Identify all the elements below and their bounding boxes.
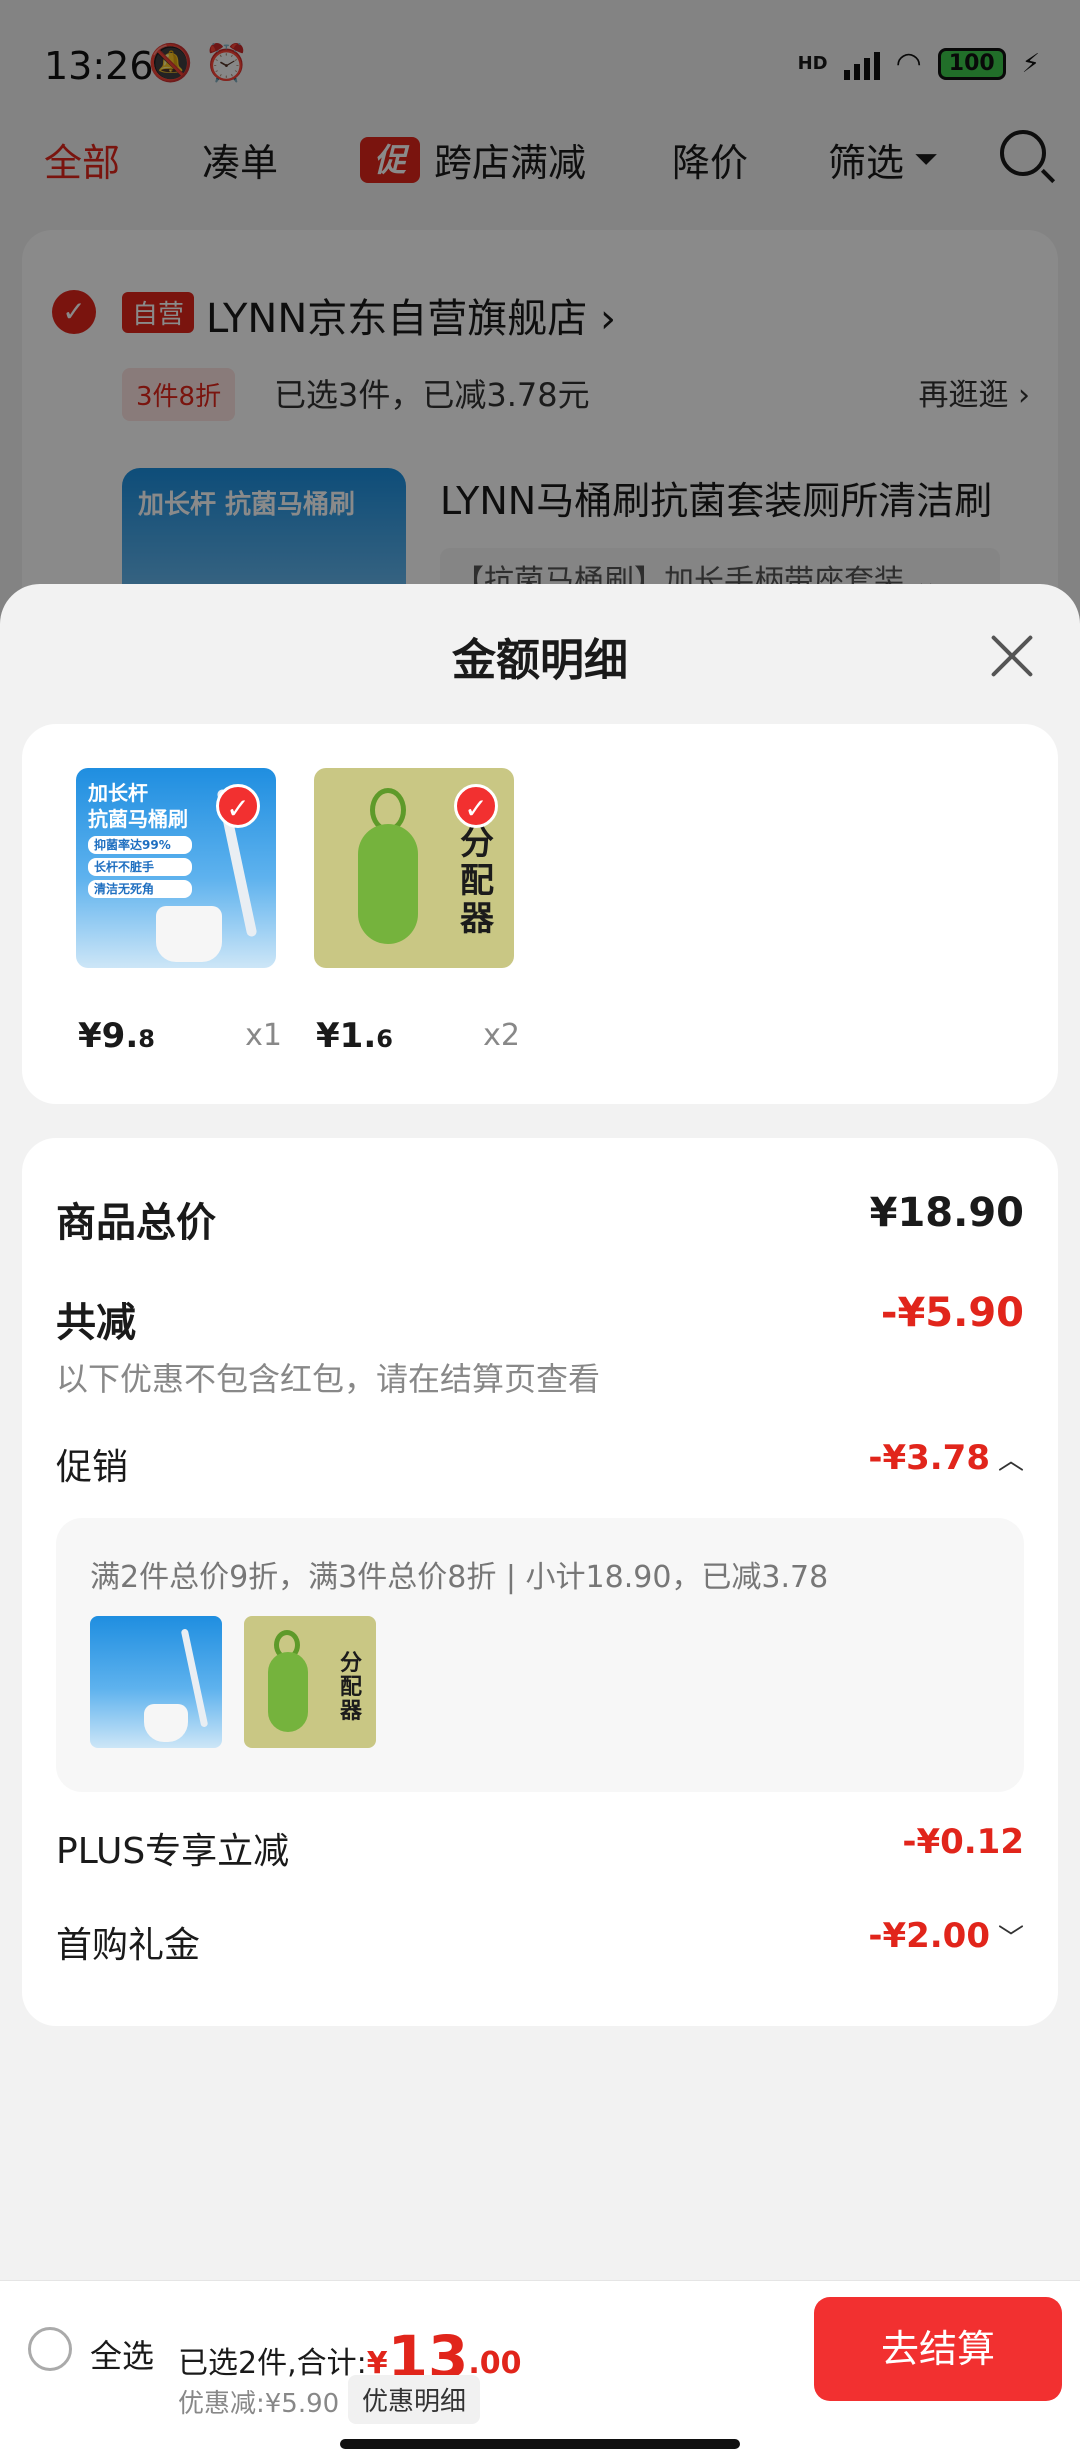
bag-dispenser-image: 🐾 分配器 ✓	[314, 768, 514, 968]
brush-holder-shape	[144, 1704, 188, 1742]
promo-description: 满2件总价9折，满3件总价8折 | 小计18.90，已减3.78	[90, 1560, 829, 1595]
promo-value: -¥3.78 ︿	[868, 1438, 1024, 1478]
reduce-note: 以下优惠不包含红包，请在结算页查看	[56, 1360, 601, 1398]
item-quantity: x1	[245, 1018, 282, 1053]
promo-item-thumb-dispenser: 分配器	[244, 1616, 376, 1748]
first-gift-value: -¥2.00 ﹀	[868, 1916, 1024, 1956]
brush-image-text: 加长杆 抗菌马桶刷 抑菌率达99% 长杆不脏手 清洁无死角	[88, 780, 192, 898]
promo-item-thumb-brush	[90, 1616, 222, 1748]
sheet-title: 金额明细	[452, 635, 628, 686]
checkout-button[interactable]: 去结算	[814, 2297, 1062, 2401]
dim-overlay[interactable]	[0, 0, 1080, 640]
toilet-brush-image: 加长杆 抗菌马桶刷 抑菌率达99% 长杆不脏手 清洁无死角 ✓	[76, 768, 276, 968]
chevron-up-icon: ︿	[997, 1446, 1024, 1476]
home-indicator[interactable]	[340, 2439, 740, 2449]
dispenser-body-shape	[358, 824, 418, 944]
dispenser-image-text: 分配器	[340, 1651, 363, 1724]
selected-check-icon: ✓	[216, 784, 260, 828]
discount-amount: 优惠减:¥5.90	[178, 2389, 340, 2419]
discount-detail-button[interactable]: 优惠明细	[348, 2375, 481, 2424]
cart-page-background: 13:26 🔕 ⏰ HD ◠ 100 ⚡ 全部 凑单 促 跨店满减 降价 筛选 …	[0, 0, 1080, 650]
price-detail-card: 商品总价 ¥18.90 共减 -¥5.90 以下优惠不包含红包，请在结算页查看 …	[22, 1138, 1058, 2026]
promo-detail-box: 满2件总价9折，满3件总价8折 | 小计18.90，已减3.78 分配器	[56, 1518, 1024, 1792]
chevron-down-icon: ﹀	[997, 1924, 1024, 1954]
plus-value: -¥0.12	[902, 1822, 1024, 1862]
select-all-radio[interactable]	[28, 2327, 72, 2371]
brush-holder-shape	[156, 906, 222, 962]
select-all-label[interactable]: 全选	[90, 2331, 154, 2377]
checkout-bar: 全选 已选2件,合计:¥13.00 优惠减:¥5.90 优惠明细 去结算	[0, 2280, 1080, 2461]
promo-label: 促销	[56, 1447, 129, 1488]
selected-check-icon: ✓	[454, 784, 498, 828]
dispenser-body-shape	[268, 1652, 308, 1732]
dispenser-image-text: 分配器	[460, 823, 494, 939]
selected-prefix: 已选2件,合计:	[178, 2346, 367, 2381]
item-price: ¥9.8	[78, 1016, 155, 1056]
close-icon[interactable]	[986, 628, 1038, 680]
item-bag-dispenser[interactable]: 🐾 分配器 ✓ ¥1.6 x2	[314, 768, 520, 1056]
first-gift-label: 首购礼金	[56, 1925, 201, 1966]
plus-label: PLUS专享立减	[56, 1831, 290, 1872]
item-price: ¥1.6	[316, 1016, 393, 1056]
total-value: ¥18.90	[869, 1190, 1024, 1236]
total-label: 商品总价	[56, 1200, 216, 1246]
reduce-value: -¥5.90	[880, 1290, 1024, 1336]
amount-detail-sheet: 金额明细 加长杆 抗菌马桶刷 抑菌率达99% 长杆不脏手 清洁无死角 ✓ ¥9.…	[0, 584, 1080, 2280]
item-quantity: x2	[483, 1018, 520, 1053]
selected-items-card: 加长杆 抗菌马桶刷 抑菌率达99% 长杆不脏手 清洁无死角 ✓ ¥9.8 x1 …	[22, 724, 1058, 1104]
reduce-label: 共减	[56, 1300, 136, 1346]
item-toilet-brush[interactable]: 加长杆 抗菌马桶刷 抑菌率达99% 长杆不脏手 清洁无死角 ✓ ¥9.8 x1	[76, 768, 282, 1056]
